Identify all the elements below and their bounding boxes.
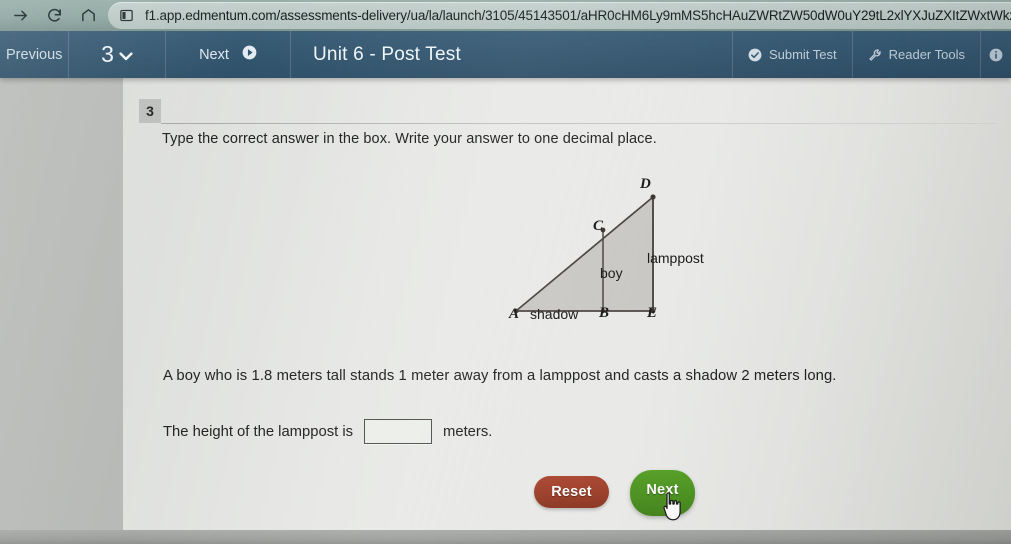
forward-arrow-icon[interactable] — [6, 2, 34, 30]
figure-label-lamppost: lamppost — [647, 250, 704, 266]
next-question-button[interactable]: Next — [166, 31, 291, 78]
question-divider — [161, 123, 996, 124]
previous-label: Previous — [6, 46, 63, 63]
mouse-cursor-pointer — [660, 492, 686, 522]
address-bar-url: f1.app.edmentum.com/assessments-delivery… — [145, 8, 1011, 23]
answer-row: The height of the lamppost is meters. — [163, 419, 492, 444]
figure-vertex-a: A — [509, 306, 520, 322]
question-number-badge: 3 — [139, 99, 161, 123]
figure-label-boy: boy — [600, 265, 623, 281]
toolbar-actions: Submit Test Reader Tools — [731, 31, 1011, 78]
figure-vertex-b: B — [599, 305, 610, 321]
reset-label: Reset — [551, 484, 592, 500]
info-circle-icon — [989, 48, 1003, 62]
question-instruction: Type the correct answer in the box. Writ… — [162, 131, 657, 147]
page-title: Unit 6 - Post Test — [313, 43, 461, 65]
reset-button[interactable]: Reset — [534, 476, 609, 508]
reader-tools-label: Reader Tools — [888, 47, 965, 62]
previous-button[interactable]: Previous — [0, 31, 69, 78]
figure-vertex-d: D — [640, 176, 651, 192]
page-bottom-edge — [0, 530, 1011, 544]
wrench-icon — [868, 48, 882, 62]
next-label: Next — [199, 46, 229, 63]
figure-svg — [513, 194, 656, 314]
answer-input[interactable] — [364, 419, 433, 444]
assessment-toolbar: Previous 3 Next Unit 6 - Post Test Submi… — [0, 31, 1011, 78]
reader-tools-button[interactable]: Reader Tools — [851, 31, 980, 78]
question-statement: A boy who is 1.8 meters tall stands 1 me… — [163, 368, 837, 384]
check-circle-icon — [748, 48, 762, 62]
figure-label-shadow: shadow — [530, 306, 579, 322]
reading-list-icon[interactable] — [115, 5, 137, 27]
submit-test-label: Submit Test — [768, 47, 837, 62]
browser-toolbar: f1.app.edmentum.com/assessments-delivery… — [0, 0, 1011, 31]
geometry-figure: A B E C D shadow boy lamppost — [495, 172, 720, 324]
figure-vertex-e: E — [647, 305, 658, 321]
answer-suffix-label: meters. — [443, 423, 493, 440]
submit-test-button[interactable]: Submit Test — [731, 31, 852, 78]
info-button[interactable] — [980, 31, 1011, 78]
reload-icon[interactable] — [40, 2, 68, 30]
address-bar[interactable]: f1.app.edmentum.com/assessments-delivery… — [108, 2, 1011, 29]
figure-vertex-c: C — [593, 218, 604, 234]
chevron-down-icon — [119, 49, 133, 64]
answer-prefix-label: The height of the lamppost is — [163, 423, 354, 440]
arrow-circle-right-icon — [242, 45, 257, 64]
home-icon[interactable] — [74, 2, 102, 30]
question-selector[interactable]: 3 — [69, 31, 166, 78]
question-number-label: 3 — [101, 41, 114, 67]
